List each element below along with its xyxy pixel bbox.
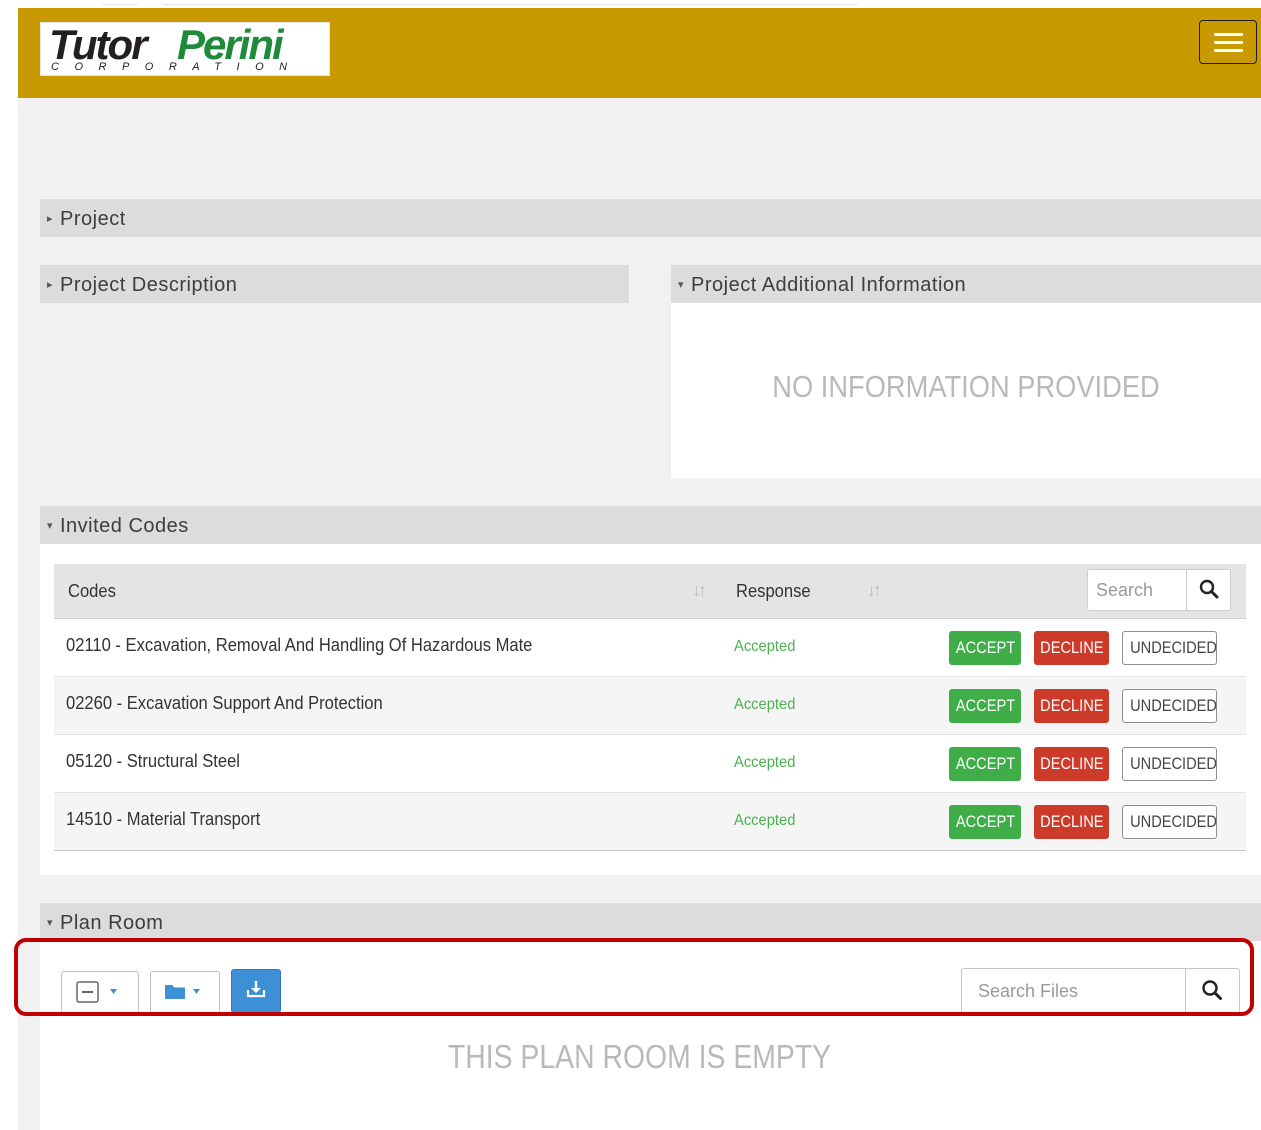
caret-right-icon: ▸ — [46, 279, 54, 291]
codes-search-input[interactable] — [1088, 570, 1201, 610]
undecided-button-label: UNDECIDED — [1130, 638, 1217, 657]
browser-tab-edge — [160, 0, 860, 5]
caret-right-icon: ▸ — [46, 213, 54, 225]
accept-button-label: ACCEPT — [955, 754, 1015, 773]
decline-button-label: DECLINE — [1040, 754, 1104, 773]
section-invited-codes-header[interactable]: ▾ Invited Codes — [40, 506, 1261, 544]
accept-button[interactable]: ACCEPT — [949, 805, 1021, 839]
hamburger-icon — [1214, 41, 1243, 44]
caret-down-icon: ▾ — [677, 279, 685, 291]
decline-button-label: DECLINE — [1040, 638, 1104, 657]
red-highlight-annotation — [14, 938, 1254, 1016]
caret-down-icon: ▾ — [46, 917, 54, 929]
decline-button[interactable]: DECLINE — [1034, 747, 1109, 781]
additional-info-panel: NO INFORMATION PROVIDED — [671, 303, 1261, 478]
section-project-title: Project — [60, 208, 126, 230]
accept-button[interactable]: ACCEPT — [949, 689, 1021, 723]
caret-down-icon: ▾ — [46, 520, 54, 532]
section-project-header[interactable]: ▸ Project — [40, 199, 1261, 237]
response-cell: Accepted — [734, 754, 796, 771]
decline-button-label: DECLINE — [1040, 812, 1104, 831]
code-cell: 05120 - Structural Steel — [66, 751, 240, 771]
response-cell: Accepted — [734, 696, 796, 713]
column-header-response[interactable]: Response — [736, 581, 811, 602]
company-logo[interactable]: Tutor Perini CORPORATION — [40, 21, 330, 76]
top-header: Tutor Perini CORPORATION — [18, 8, 1261, 98]
code-cell: 02110 - Excavation, Removal And Handling… — [66, 635, 533, 655]
undecided-button-label: UNDECIDED — [1130, 754, 1217, 773]
codes-search-button[interactable] — [1186, 570, 1231, 610]
no-information-message: NO INFORMATION PROVIDED — [772, 369, 1160, 404]
section-additional-info-title: Project Additional Information — [691, 274, 967, 296]
search-icon — [1199, 579, 1219, 599]
undecided-button-label: UNDECIDED — [1130, 812, 1217, 831]
codes-table-header: Codes ↓↑ Response ↓↑ — [54, 564, 1246, 619]
response-cell: Accepted — [734, 638, 796, 655]
undecided-button[interactable]: UNDECIDED — [1122, 631, 1217, 665]
table-row: 02260 - Excavation Support And Protectio… — [54, 677, 1246, 735]
decline-button[interactable]: DECLINE — [1034, 631, 1109, 665]
response-cell: Accepted — [734, 812, 796, 829]
logo-subtitle: CORPORATION — [51, 61, 303, 73]
decline-button[interactable]: DECLINE — [1034, 689, 1109, 723]
table-row: 05120 - Structural Steel Accepted ACCEPT… — [54, 735, 1246, 793]
code-cell: 02260 - Excavation Support And Protectio… — [66, 693, 383, 713]
table-row: 02110 - Excavation, Removal And Handling… — [54, 619, 1246, 677]
section-project-description-header[interactable]: ▸ Project Description — [40, 265, 629, 303]
codes-search-box — [1087, 569, 1231, 611]
sort-icon[interactable]: ↓↑ — [867, 580, 882, 601]
section-additional-info-header[interactable]: ▾ Project Additional Information — [671, 265, 1261, 303]
sort-icon[interactable]: ↓↑ — [692, 580, 707, 601]
accept-button[interactable]: ACCEPT — [949, 747, 1021, 781]
table-row: 14510 - Material Transport Accepted ACCE… — [54, 793, 1246, 851]
undecided-button-label: UNDECIDED — [1130, 696, 1217, 715]
section-plan-room-header[interactable]: ▾ Plan Room — [40, 903, 1261, 941]
column-header-codes[interactable]: Codes — [68, 581, 116, 602]
section-invited-codes-title: Invited Codes — [60, 515, 189, 537]
browser-top-strip — [0, 0, 1261, 8]
accept-button-label: ACCEPT — [955, 812, 1015, 831]
hamburger-menu-button[interactable] — [1199, 20, 1257, 64]
hamburger-icon — [1214, 49, 1243, 52]
undecided-button[interactable]: UNDECIDED — [1122, 689, 1217, 723]
decline-button-label: DECLINE — [1040, 696, 1104, 715]
code-cell: 14510 - Material Transport — [66, 809, 261, 829]
plan-room-empty-message: THIS PLAN ROOM IS EMPTY — [447, 1038, 832, 1075]
accept-button-label: ACCEPT — [955, 638, 1015, 657]
accept-button[interactable]: ACCEPT — [949, 631, 1021, 665]
browser-tab-edge — [100, 0, 140, 5]
undecided-button[interactable]: UNDECIDED — [1122, 747, 1217, 781]
hamburger-icon — [1214, 33, 1243, 36]
accept-button-label: ACCEPT — [955, 696, 1015, 715]
decline-button[interactable]: DECLINE — [1034, 805, 1109, 839]
section-project-description-title: Project Description — [60, 274, 238, 296]
undecided-button[interactable]: UNDECIDED — [1122, 805, 1217, 839]
section-plan-room-title: Plan Room — [60, 912, 164, 934]
